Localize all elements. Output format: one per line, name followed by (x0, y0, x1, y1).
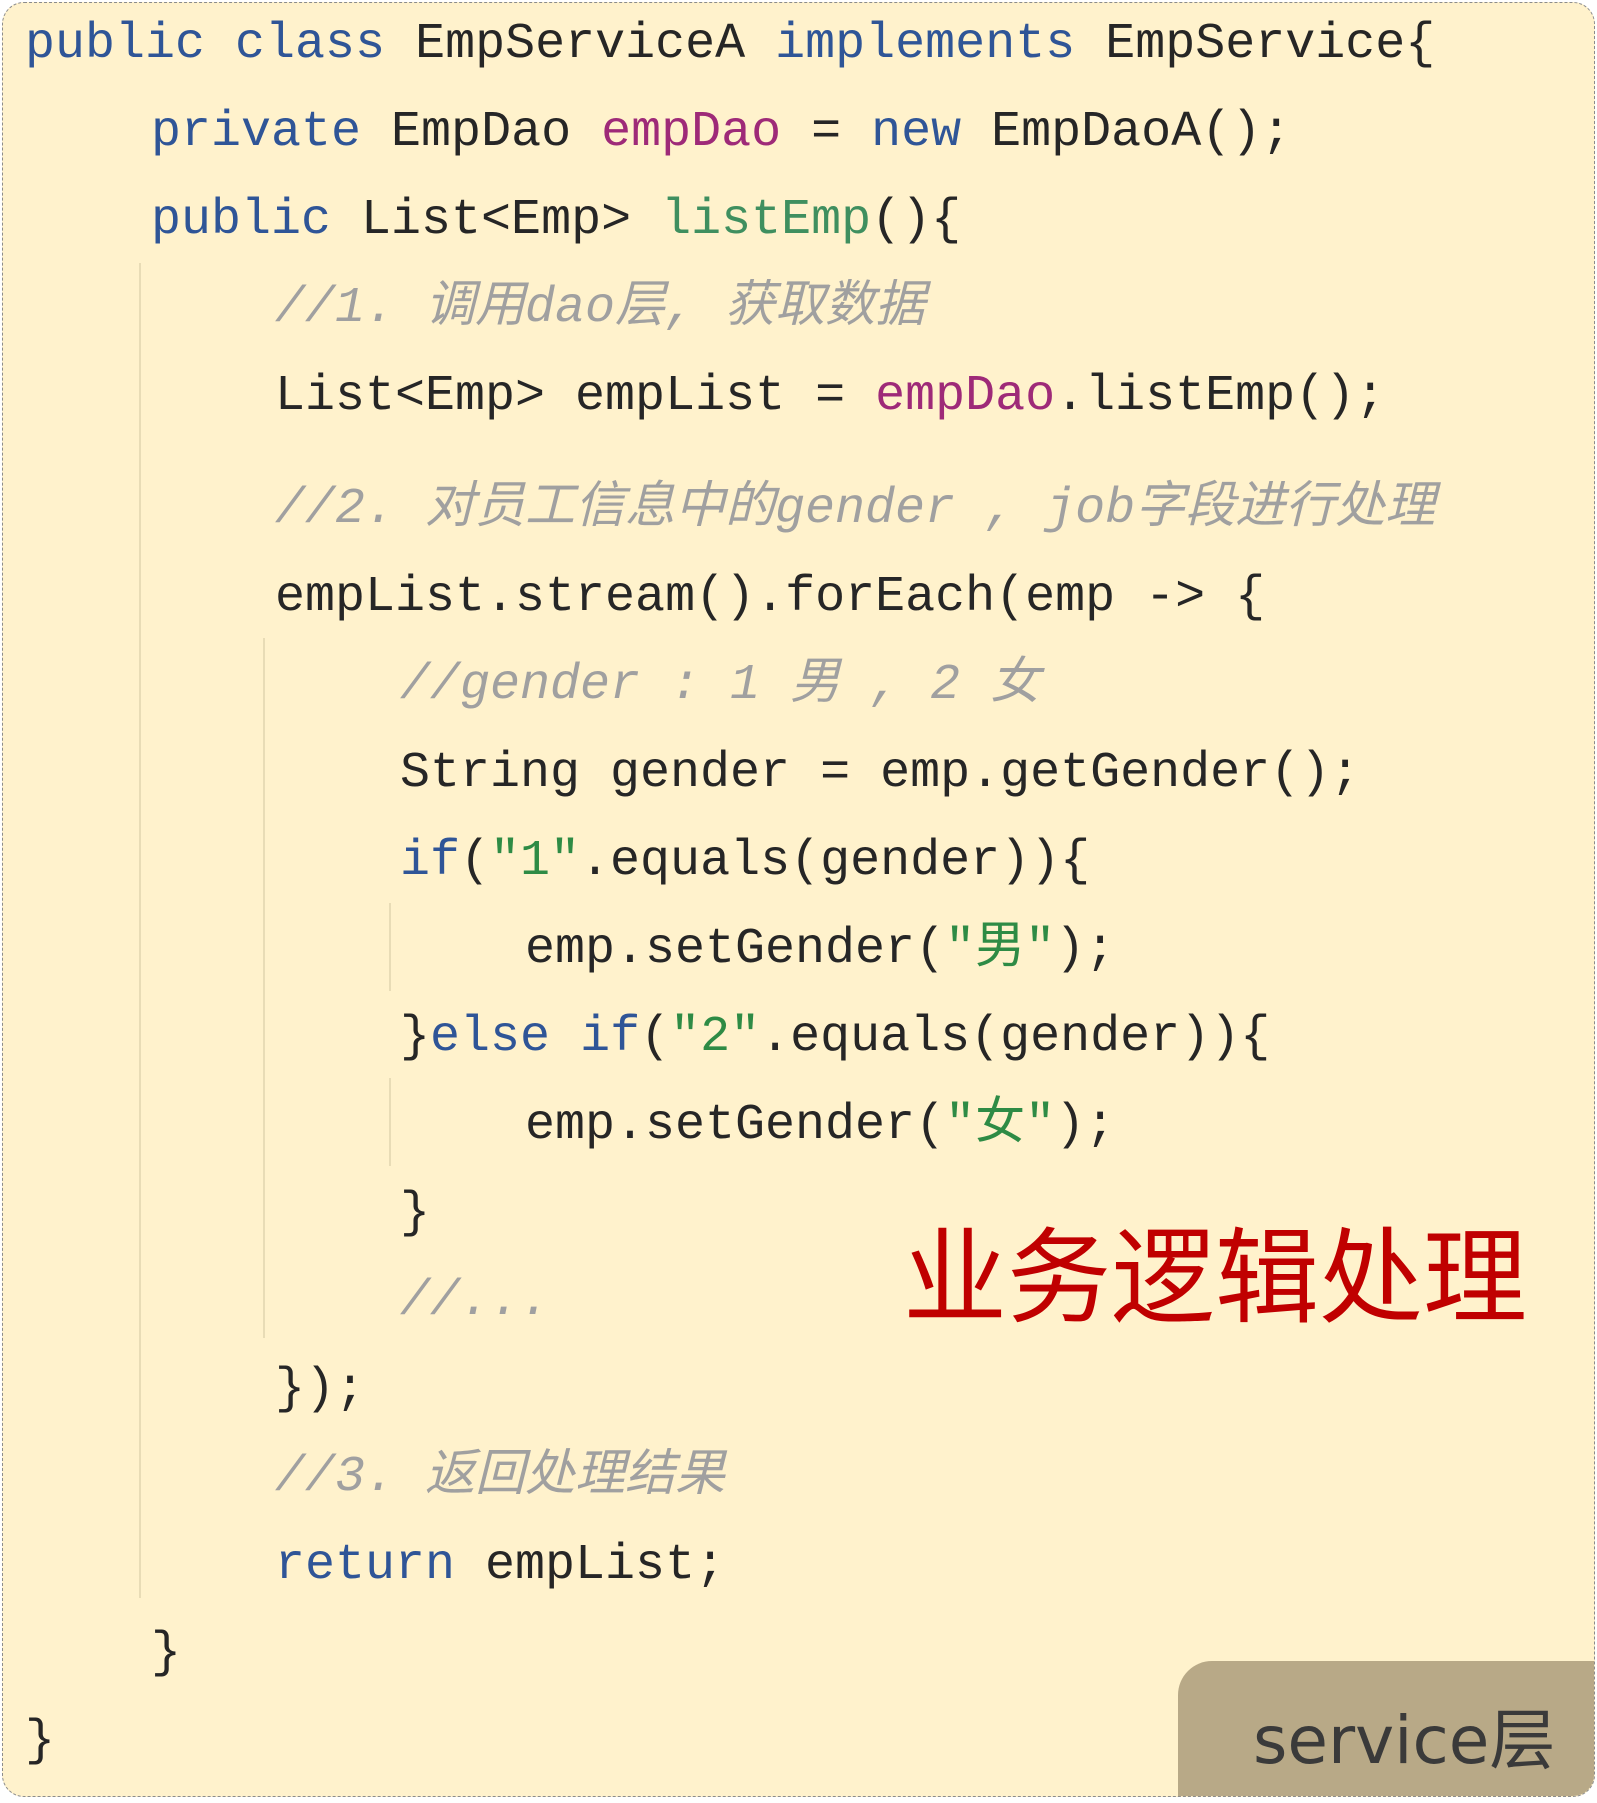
code-token: } (151, 1625, 182, 1682)
code-token: if (580, 1009, 641, 1066)
code-line: }); (275, 1360, 365, 1420)
code-token: emp.setGender( (525, 1097, 946, 1154)
code-line: } (400, 1184, 430, 1244)
code-token: (){ (871, 192, 962, 249)
code-line: //1. 调用dao层, 获取数据 (275, 279, 925, 339)
code-token: empDao (875, 368, 1056, 425)
code-token: implements (775, 16, 1076, 73)
code-line: } (25, 1712, 55, 1772)
code-line: } (151, 1624, 181, 1684)
code-token: //1. 调用dao层, 获取数据 (275, 280, 926, 337)
code-line: List<Emp> empList = empDao.listEmp(); (275, 367, 1385, 427)
code-token: .listEmp(); (1055, 368, 1386, 425)
code-token: EmpDaoA(); (961, 104, 1292, 161)
code-token: = (781, 104, 872, 161)
indent-guide (139, 263, 141, 1598)
code-token: private (151, 104, 362, 161)
code-token: ); (1055, 1097, 1116, 1154)
code-token: ( (460, 833, 491, 890)
code-line: return empList; (275, 1536, 725, 1596)
code-line: public List<Emp> listEmp(){ (151, 191, 961, 251)
code-token: .equals(gender)){ (580, 833, 1091, 890)
code-line: //3. 返回处理结果 (275, 1448, 725, 1508)
code-line: empList.stream().forEach(emp -> { (275, 568, 1265, 628)
code-token: "男" (945, 921, 1056, 978)
code-line: public class EmpServiceA implements EmpS… (25, 15, 1435, 75)
code-token: public (151, 192, 332, 249)
business-logic-annotation: 业务逻辑处理 (903, 1217, 1528, 1339)
code-token: listEmp (661, 192, 872, 249)
code-token: ); (1055, 921, 1116, 978)
code-token: empList.stream().forEach(emp -> { (275, 569, 1266, 626)
code-line: String gender = emp.getGender(); (400, 744, 1360, 804)
code-token: //gender : 1 男 , 2 女 (400, 657, 1041, 714)
code-token: empDao (601, 104, 782, 161)
code-token: emp.setGender( (525, 921, 946, 978)
code-token: "2" (670, 1009, 761, 1066)
layer-tag-label: service层 (1253, 1702, 1556, 1779)
code-token: }); (275, 1361, 366, 1418)
code-token: String gender = emp.getGender(); (400, 745, 1361, 802)
code-token: ( (640, 1009, 671, 1066)
code-token: } (400, 1009, 431, 1066)
code-line: private EmpDao empDao = new EmpDaoA(); (151, 103, 1291, 163)
code-token: class (235, 16, 386, 73)
code-token: "1" (490, 833, 581, 890)
code-line: emp.setGender("男"); (525, 920, 1115, 980)
code-line: //2. 对员工信息中的gender , job字段进行处理 (275, 480, 1435, 540)
code-token: List<Emp> empList = (275, 368, 876, 425)
code-token: //2. 对员工信息中的gender , job字段进行处理 (275, 481, 1436, 538)
code-line: if("1".equals(gender)){ (400, 832, 1090, 892)
code-token: if (400, 833, 461, 890)
code-token: return (275, 1537, 456, 1594)
code-panel: public class EmpServiceA implements EmpS… (2, 2, 1595, 1797)
code-line: //gender : 1 男 , 2 女 (400, 656, 1040, 716)
code-line: //... (400, 1272, 550, 1332)
code-line: }else if("2".equals(gender)){ (400, 1008, 1270, 1068)
indent-guide (389, 903, 391, 991)
code-token: .equals(gender)){ (760, 1009, 1271, 1066)
code-token: //... (400, 1273, 551, 1330)
code-token: else (430, 1009, 551, 1066)
code-line: emp.setGender("女"); (525, 1096, 1115, 1156)
layer-tag: service层 (1178, 1661, 1594, 1796)
code-token: //3. 返回处理结果 (275, 1449, 726, 1506)
code-token: } (400, 1185, 431, 1242)
indent-guide (263, 638, 265, 1338)
code-token: public (25, 16, 206, 73)
code-token: new (871, 104, 962, 161)
indent-guide (389, 1078, 391, 1166)
code-token: EmpServiceA (385, 16, 776, 73)
code-token: empList; (455, 1537, 726, 1594)
code-token: EmpService{ (1075, 16, 1436, 73)
code-token: } (25, 1713, 56, 1770)
code-token: List<Emp> (331, 192, 662, 249)
code-token: "女" (945, 1097, 1056, 1154)
code-token: EmpDao (361, 104, 602, 161)
